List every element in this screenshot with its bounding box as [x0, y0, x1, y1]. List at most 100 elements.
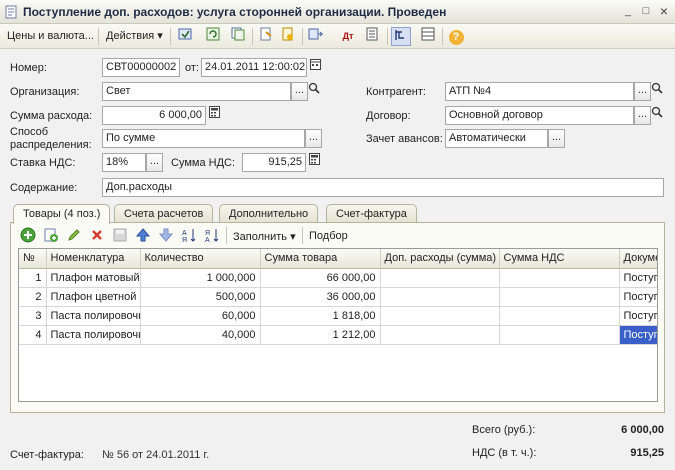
- distribution-select-button[interactable]: ...: [305, 129, 322, 148]
- toolbar-separator: [98, 28, 99, 45]
- vat-amount-cell[interactable]: [499, 325, 620, 345]
- contract-field[interactable]: Основной договор: [445, 106, 634, 125]
- tab-additional[interactable]: Дополнительно: [219, 204, 319, 223]
- table-header-row: № Номенклатура Количество Сумма товара Д…: [19, 249, 657, 269]
- column-header[interactable]: Доп. расходы (сумма): [380, 249, 500, 269]
- actions-menu-button[interactable]: Действия ▾: [102, 28, 167, 45]
- distribution-field[interactable]: По сумме: [102, 129, 305, 148]
- search-icon[interactable]: [649, 82, 665, 101]
- invoice-link[interactable]: № 56 от 24.01.2011 г.: [102, 449, 209, 461]
- column-header[interactable]: Количество: [140, 249, 261, 269]
- quantity-cell[interactable]: 1 000,000: [140, 268, 261, 288]
- quantity-cell[interactable]: 40,000: [140, 325, 261, 345]
- table-row[interactable]: 4 Паста полировочная 40,000 1 212,00 Пос…: [19, 325, 657, 345]
- amount-field[interactable]: 6 000,00: [102, 106, 206, 125]
- advance-field[interactable]: Автоматически: [445, 129, 548, 148]
- vat-included-label: НДС (в т. ч.):: [472, 447, 537, 459]
- vat-rate-field[interactable]: 18%: [102, 153, 146, 172]
- refresh-icon[interactable]: [203, 27, 223, 46]
- close-button[interactable]: ×: [656, 3, 672, 19]
- go-to-icon[interactable]: [306, 27, 326, 46]
- move-up-icon[interactable]: [135, 227, 151, 243]
- copy-document-icon[interactable]: [228, 27, 248, 46]
- total-label: Всего (руб.):: [472, 424, 536, 436]
- add-row-icon[interactable]: [20, 227, 36, 243]
- edit-row-icon[interactable]: [66, 227, 82, 243]
- vat-rate-label: Ставка НДС:: [10, 157, 76, 169]
- tab-invoice[interactable]: Счет-фактура: [326, 204, 417, 223]
- column-header[interactable]: №: [19, 249, 47, 269]
- extra-costs-cell[interactable]: [380, 306, 500, 326]
- vat-rate-select-button[interactable]: ...: [146, 153, 163, 172]
- counterparty-label: Контрагент:: [366, 86, 426, 98]
- content-field[interactable]: Доп.расходы: [102, 178, 664, 197]
- table-row[interactable]: 2 Плафон цветной 500,000 36 000,00 Посту…: [19, 287, 657, 307]
- advance-select-button[interactable]: ...: [548, 129, 565, 148]
- document-icon: [5, 5, 17, 19]
- number-field[interactable]: СВТ00000002: [102, 58, 180, 77]
- document-cell-selected[interactable]: Поступ: [619, 325, 657, 345]
- structure-icon[interactable]: [362, 27, 382, 46]
- document-cell[interactable]: Поступ: [619, 287, 657, 307]
- print-icon[interactable]: [278, 27, 298, 46]
- quantity-cell[interactable]: 60,000: [140, 306, 261, 326]
- help-icon[interactable]: ?: [446, 27, 466, 46]
- based-on-icon[interactable]: [256, 27, 276, 46]
- search-icon[interactable]: [649, 106, 665, 125]
- goods-amount-cell[interactable]: 1 818,00: [260, 306, 381, 326]
- goods-amount-cell[interactable]: 36 000,00: [260, 287, 381, 307]
- quantity-cell[interactable]: 500,000: [140, 287, 261, 307]
- nomenclature-cell[interactable]: Плафон матовый: [46, 268, 141, 288]
- copy-row-icon[interactable]: [43, 227, 59, 243]
- document-cell[interactable]: Поступ: [619, 268, 657, 288]
- column-header[interactable]: Сумма НДС: [499, 249, 620, 269]
- sort-descending-icon[interactable]: ЯA: [204, 227, 220, 244]
- column-header[interactable]: Сумма товара: [260, 249, 381, 269]
- extra-costs-cell[interactable]: [380, 268, 500, 288]
- table-row[interactable]: 3 Паста полировочная 60,000 1 818,00 Пос…: [19, 306, 657, 326]
- main-toolbar: Цены и валюта... Действия ▾ Дт ?: [0, 24, 675, 49]
- tab-goods[interactable]: Товары (4 поз.): [13, 204, 111, 224]
- column-header[interactable]: Номенклатура: [46, 249, 141, 269]
- search-icon[interactable]: [306, 82, 322, 101]
- goods-amount-cell[interactable]: 1 212,00: [260, 325, 381, 345]
- toolbar-separator: [226, 227, 227, 244]
- counterparty-field[interactable]: АТП №4: [445, 82, 634, 101]
- sort-ascending-icon[interactable]: AЯ: [181, 227, 197, 244]
- maximize-button[interactable]: □: [638, 3, 654, 19]
- date-field[interactable]: 24.01.2011 12:00:02: [201, 58, 307, 77]
- goods-amount-cell[interactable]: 66 000,00: [260, 268, 381, 288]
- column-header[interactable]: Документ: [619, 249, 657, 269]
- debit-credit-icon[interactable]: Дт: [338, 27, 358, 46]
- table-row[interactable]: 1 Плафон матовый 1 000,000 66 000,00 Пос…: [19, 268, 657, 288]
- hierarchy-toggle-icon[interactable]: [391, 27, 411, 46]
- extra-costs-cell[interactable]: [380, 287, 500, 307]
- help-glyph: ?: [448, 30, 464, 45]
- nomenclature-cell[interactable]: Плафон цветной: [46, 287, 141, 307]
- move-down-icon[interactable]: [158, 227, 174, 243]
- nomenclature-cell[interactable]: Паста полировочная: [46, 306, 141, 326]
- extra-costs-cell[interactable]: [380, 325, 500, 345]
- calculator-icon[interactable]: [306, 153, 322, 172]
- post-and-close-icon[interactable]: [175, 27, 195, 46]
- toolbar-separator: [252, 28, 253, 45]
- delete-row-icon[interactable]: [89, 227, 105, 243]
- vat-amount-field[interactable]: 915,25: [242, 153, 306, 172]
- calendar-icon[interactable]: [307, 58, 323, 77]
- row-number-cell: 2: [19, 287, 47, 307]
- calculator-icon[interactable]: [206, 106, 222, 125]
- distribution-label: Способ распределения:: [10, 126, 92, 152]
- nomenclature-cell[interactable]: Паста полировочная: [46, 325, 141, 345]
- vat-amount-cell[interactable]: [499, 306, 620, 326]
- fill-menu-button[interactable]: Заполнить ▾: [233, 230, 296, 243]
- document-cell[interactable]: Поступ: [619, 306, 657, 326]
- minimize-button[interactable]: _: [620, 3, 636, 19]
- title-bar: Поступление доп. расходов: услуга сторон…: [0, 0, 675, 24]
- vat-amount-cell[interactable]: [499, 268, 620, 288]
- prices-currency-button[interactable]: Цены и валюта...: [3, 28, 98, 45]
- tab-accounts[interactable]: Счета расчетов: [114, 204, 214, 223]
- list-view-icon[interactable]: [418, 27, 438, 46]
- vat-amount-cell[interactable]: [499, 287, 620, 307]
- select-button[interactable]: Подбор: [309, 230, 348, 242]
- organization-field[interactable]: Свет: [102, 82, 291, 101]
